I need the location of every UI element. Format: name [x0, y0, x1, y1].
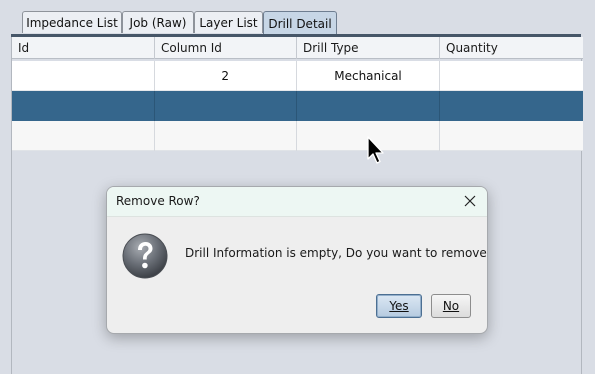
tab-label: Drill Detail — [268, 16, 332, 31]
mouse-cursor-icon — [366, 136, 386, 166]
tab-layer-list[interactable]: Layer List — [194, 11, 263, 33]
no-button[interactable]: No — [431, 294, 471, 318]
yes-button[interactable]: Yes — [376, 294, 422, 318]
tab-impedance-list[interactable]: Impedance List — [22, 11, 122, 33]
tab-bar: Impedance List Job (Raw) Layer List Dril… — [0, 0, 595, 37]
column-header-id[interactable]: Id — [12, 37, 155, 59]
close-button[interactable] — [457, 189, 483, 213]
tab-job-raw[interactable]: Job (Raw) — [122, 11, 194, 33]
question-icon — [121, 232, 169, 280]
table-row-selected[interactable] — [12, 91, 583, 121]
table-header: Id Column Id Drill Type Quantity — [12, 37, 583, 59]
cell-column-id[interactable] — [155, 121, 297, 151]
table-row[interactable] — [12, 121, 583, 151]
tab-drill-detail[interactable]: Drill Detail — [263, 11, 337, 35]
no-button-label: No — [442, 299, 460, 313]
yes-button-label: Yes — [389, 299, 409, 313]
column-header-column-id[interactable]: Column Id — [155, 37, 297, 59]
remove-row-dialog: Remove Row? Drill Information is empty, … — [106, 186, 488, 334]
tab-label: Impedance List — [26, 15, 118, 30]
dialog-title: Remove Row? — [116, 194, 200, 208]
tab-label: Job (Raw) — [129, 15, 187, 30]
cell-drill-type[interactable] — [297, 91, 440, 121]
cell-column-id[interactable] — [155, 91, 297, 121]
cell-id[interactable] — [12, 121, 155, 151]
cell-quantity[interactable] — [440, 121, 583, 151]
table-row[interactable]: 2 Mechanical — [12, 61, 583, 91]
cell-quantity[interactable] — [440, 61, 583, 91]
dialog-titlebar[interactable]: Remove Row? — [107, 187, 487, 217]
dialog-message: Drill Information is empty, Do you want … — [185, 246, 488, 260]
close-icon — [464, 195, 476, 207]
cell-column-id[interactable]: 2 — [155, 61, 297, 91]
cell-id[interactable] — [12, 91, 155, 121]
cell-drill-type[interactable]: Mechanical — [297, 61, 440, 91]
tab-label: Layer List — [199, 15, 258, 30]
cell-id[interactable] — [12, 61, 155, 91]
cell-quantity[interactable] — [440, 91, 583, 121]
column-header-drill-type[interactable]: Drill Type — [297, 37, 440, 59]
column-header-quantity[interactable]: Quantity — [440, 37, 583, 59]
